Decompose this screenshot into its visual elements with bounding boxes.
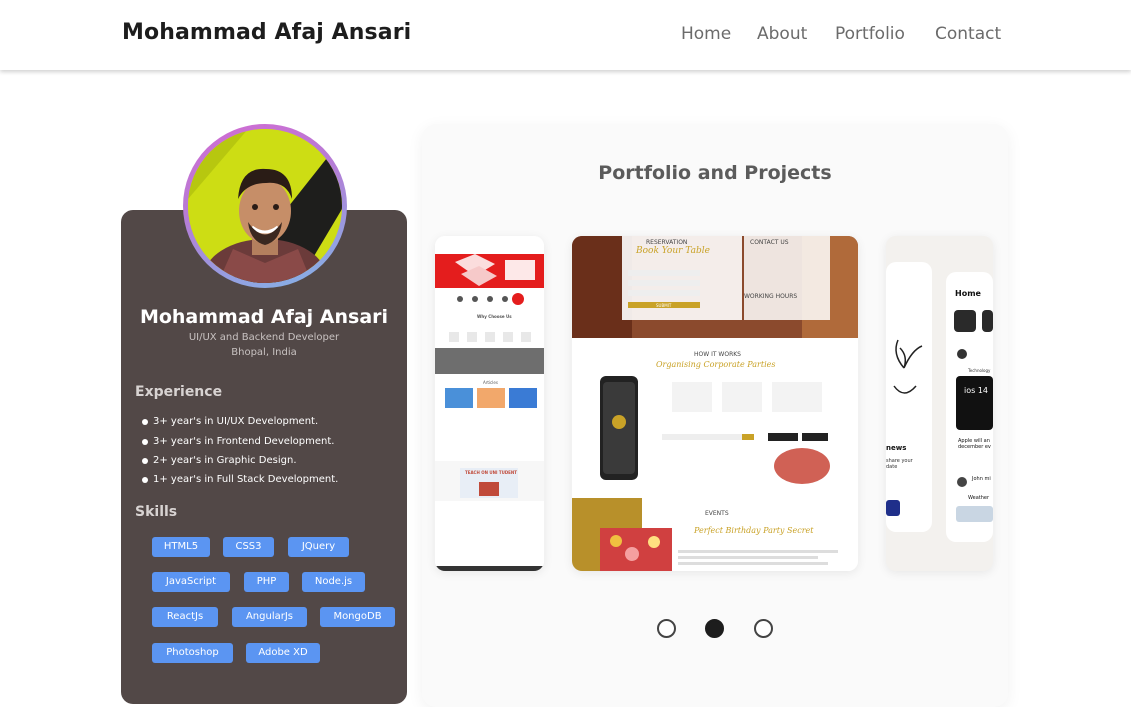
slide-text: CONTACT US bbox=[750, 239, 789, 246]
avatar bbox=[188, 129, 342, 283]
portfolio-slide-education[interactable]: Why Choose Us Articles TEACH ON UNI TUDE… bbox=[435, 236, 544, 571]
top-navbar: Mohammad Afaj Ansari Home About Portfoli… bbox=[0, 0, 1131, 70]
slide-text: december ev bbox=[958, 444, 991, 450]
carousel-dot-3[interactable] bbox=[754, 619, 773, 638]
slide-text: news bbox=[886, 444, 907, 452]
nav-contact[interactable]: Contact bbox=[935, 24, 1001, 44]
skill-tag-nodejs[interactable]: Node.js bbox=[302, 572, 365, 592]
skill-tag-php[interactable]: PHP bbox=[244, 572, 289, 592]
slide-text: HOW IT WORKS bbox=[694, 351, 741, 358]
slide-text: Articles bbox=[483, 380, 498, 385]
slide-text: ios 14 bbox=[964, 386, 989, 395]
carousel-dot-1[interactable] bbox=[657, 619, 676, 638]
skill-tag-angularjs[interactable]: AngularJs bbox=[232, 607, 307, 627]
skill-tag-jquery[interactable]: JQuery bbox=[288, 537, 349, 557]
slide-text: TEACH ON UNI TUDENT bbox=[465, 470, 517, 475]
nav-about[interactable]: About bbox=[757, 24, 807, 44]
experience-item: 3+ year's in Frontend Development. bbox=[141, 436, 335, 447]
avatar-ring bbox=[183, 124, 347, 288]
portfolio-slide-restaurant[interactable]: RESERVATION Book Your Table CONTACT US W… bbox=[572, 236, 858, 571]
skill-tag-mongodb[interactable]: MongoDB bbox=[320, 607, 395, 627]
skill-tag-adobe-xd[interactable]: Adobe XD bbox=[246, 643, 320, 663]
skills-heading: Skills bbox=[135, 504, 178, 520]
experience-item: 1+ year's in Full Stack Development. bbox=[141, 474, 339, 485]
profile-name: Mohammad Afaj Ansari bbox=[139, 306, 389, 328]
slide-text: Why Choose Us bbox=[477, 314, 512, 319]
slide-text: RESERVATION bbox=[646, 239, 688, 246]
experience-heading: Experience bbox=[135, 384, 223, 400]
skill-tag-css3[interactable]: CSS3 bbox=[223, 537, 274, 557]
slide-text: date bbox=[886, 464, 898, 470]
portfolio-title: Portfolio and Projects bbox=[598, 162, 832, 184]
slide-text: WORKING HOURS bbox=[744, 293, 798, 300]
slide-text: SUBMIT bbox=[656, 303, 672, 308]
portfolio-section: Portfolio and Projects Why Choose Us Art… bbox=[422, 124, 1008, 707]
profile-role: UI/UX and Backend Developer bbox=[188, 332, 340, 343]
skill-tag-reactjs[interactable]: ReactJs bbox=[152, 607, 218, 627]
slide-text: Technology bbox=[968, 368, 991, 373]
site-brand[interactable]: Mohammad Afaj Ansari bbox=[122, 20, 411, 45]
slide-text: Home bbox=[955, 289, 981, 298]
slide-text: Book Your Table bbox=[636, 246, 710, 256]
experience-item: 3+ year's in UI/UX Development. bbox=[141, 416, 319, 427]
skill-tag-photoshop[interactable]: Photoshop bbox=[152, 643, 233, 663]
slide-text: EVENTS bbox=[705, 510, 729, 517]
skill-tag-javascript[interactable]: JavaScript bbox=[152, 572, 230, 592]
profile-location: Bhopal, India bbox=[231, 347, 297, 358]
carousel-dot-2[interactable] bbox=[705, 619, 724, 638]
slide-text: John mi bbox=[972, 476, 991, 482]
slide-text: Organising Corporate Parties bbox=[656, 360, 776, 369]
slide-text: Weather bbox=[968, 495, 990, 501]
nav-portfolio[interactable]: Portfolio bbox=[835, 24, 905, 44]
slide-text: Perfect Birthday Party Secret bbox=[694, 526, 814, 535]
portfolio-slide-news-app[interactable]: Home news share your date Technology ios… bbox=[886, 236, 993, 571]
experience-item: 2+ year's in Graphic Design. bbox=[142, 455, 297, 466]
skill-tag-html5[interactable]: HTML5 bbox=[152, 537, 210, 557]
nav-home[interactable]: Home bbox=[681, 24, 731, 44]
